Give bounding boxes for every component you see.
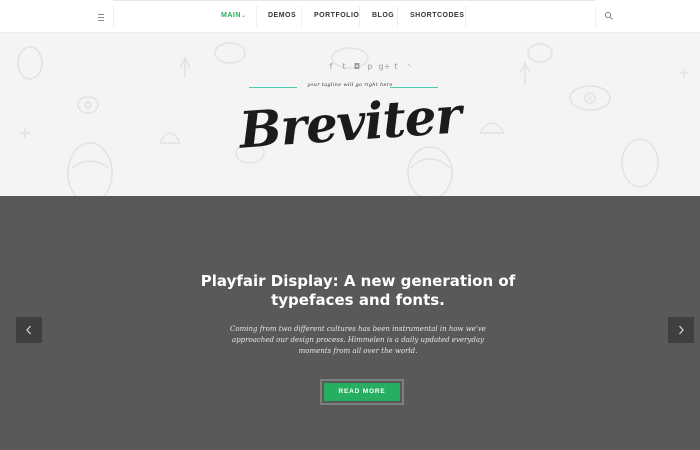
- facebook-icon[interactable]: f: [327, 62, 336, 71]
- nav-item-shortcodes[interactable]: SHORTCODES: [410, 12, 464, 19]
- nav-divider: [301, 6, 302, 27]
- chevron-left-icon: [26, 325, 31, 335]
- read-more-button-frame: READ MORE: [320, 379, 404, 405]
- nav-divider: [465, 6, 466, 27]
- slider-prev-button[interactable]: [16, 317, 42, 343]
- nav-divider: [113, 6, 114, 27]
- twitter-icon[interactable]: t: [340, 62, 349, 71]
- navbar-top-divider: [113, 0, 595, 1]
- search-icon[interactable]: [604, 11, 614, 21]
- instagram-icon[interactable]: ◘: [353, 62, 362, 71]
- tagline-divider-left: [249, 87, 297, 88]
- nav-item-main[interactable]: MAIN: [221, 12, 241, 19]
- slide-title: Playfair Display: A new generation of ty…: [200, 272, 516, 309]
- rss-icon[interactable]: ◝: [405, 62, 414, 71]
- pinterest-icon[interactable]: p: [366, 62, 375, 71]
- site-header: f t ◘ p g+ t ◝ your tagline will go righ…: [0, 33, 700, 196]
- tumblr-icon[interactable]: t: [392, 62, 401, 71]
- nav-divider: [359, 6, 360, 27]
- slide-description: Coming from two different cultures has b…: [230, 325, 486, 355]
- nav-divider: [256, 6, 257, 27]
- social-links: f t ◘ p g+ t ◝: [0, 62, 700, 71]
- slider-next-button[interactable]: [668, 317, 694, 343]
- menu-icon[interactable]: [94, 10, 108, 24]
- google-plus-icon[interactable]: g+: [379, 62, 391, 71]
- top-navbar: MAIN ⌄ DEMOS PORTFOLIO BLOG SHORTCODES: [0, 0, 700, 33]
- nav-item-blog[interactable]: BLOG: [372, 12, 394, 19]
- chevron-down-icon: ⌄: [241, 13, 247, 19]
- read-more-button[interactable]: READ MORE: [324, 383, 400, 401]
- nav-item-portfolio[interactable]: PORTFOLIO: [314, 12, 359, 19]
- nav-divider: [595, 6, 596, 27]
- nav-divider: [397, 6, 398, 27]
- chevron-right-icon: [679, 325, 684, 335]
- hero-slider: Playfair Display: A new generation of ty…: [0, 196, 700, 450]
- nav-item-demos[interactable]: DEMOS: [268, 12, 296, 19]
